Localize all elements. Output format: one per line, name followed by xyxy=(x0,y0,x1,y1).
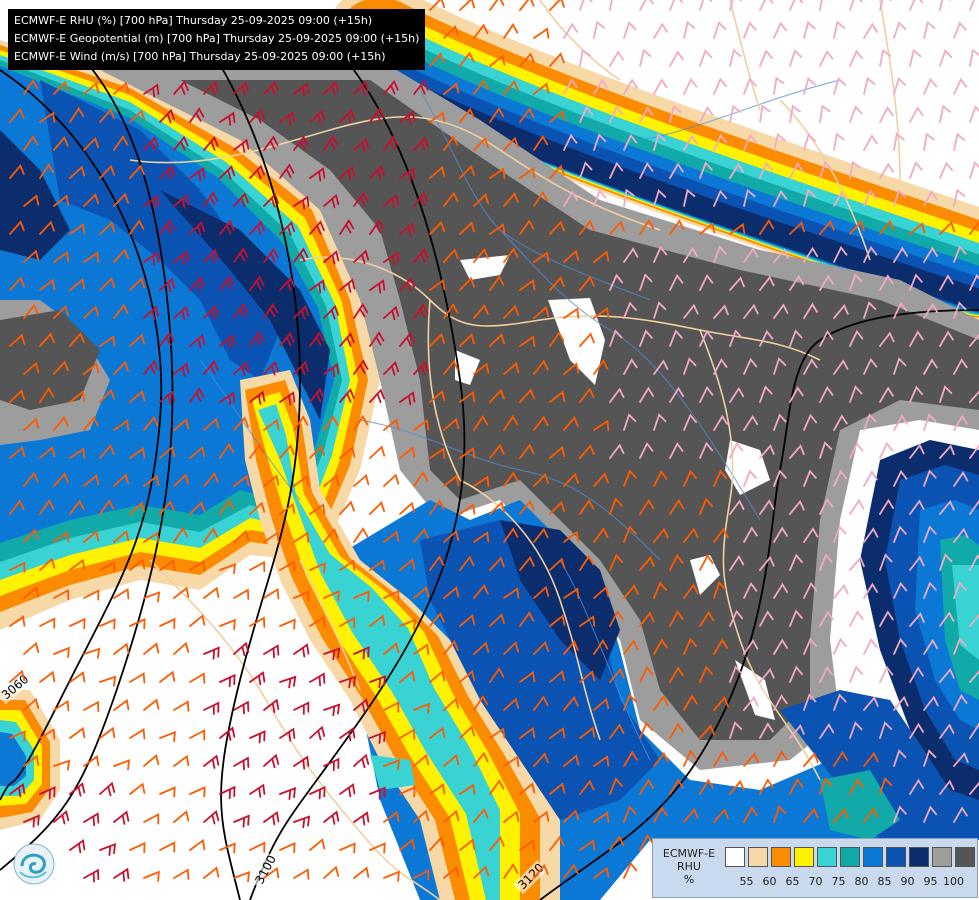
legend-swatch xyxy=(932,847,952,867)
weather-map: 3060 3100 3120 xyxy=(0,0,979,900)
map-stage: 3060 3100 3120 ECMWF-E RHU (%) [700 hPa]… xyxy=(0,0,979,900)
legend-title: ECMWF-E RHU % xyxy=(656,847,722,886)
title-line-wind: ECMWF-E Wind (m/s) [700 hPa] Thursday 25… xyxy=(14,50,386,63)
legend-swatch xyxy=(955,847,975,867)
legend-swatch xyxy=(771,847,791,867)
legend-label: 65 xyxy=(785,875,800,888)
title-line-rhu: ECMWF-E RHU (%) [700 hPa] Thursday 25-09… xyxy=(14,14,373,27)
legend-label: 100 xyxy=(943,875,964,888)
legend-label: 85 xyxy=(877,875,892,888)
legend-swatch xyxy=(725,847,745,867)
legend-swatch xyxy=(817,847,837,867)
legend-label: 90 xyxy=(900,875,915,888)
legend-swatches xyxy=(725,847,978,867)
legend-swatch xyxy=(794,847,814,867)
legend-label: 95 xyxy=(923,875,938,888)
legend-swatch xyxy=(748,847,768,867)
legend-title-unit: % xyxy=(683,873,695,886)
title-line-geopotential: ECMWF-E Geopotential (m) [700 hPa] Thurs… xyxy=(14,32,420,45)
legend-title-variable: RHU xyxy=(677,860,701,873)
legend-label: 70 xyxy=(808,875,823,888)
legend-label: 55 xyxy=(739,875,754,888)
legend-label: 60 xyxy=(762,875,777,888)
legend-swatch xyxy=(840,847,860,867)
title-box: ECMWF-E RHU (%) [700 hPa] Thursday 25-09… xyxy=(8,9,426,70)
legend-swatch xyxy=(909,847,929,867)
legend-box: ECMWF-E RHU % 55 60 65 70 75 80 85 90 95 100 xyxy=(652,838,978,898)
legend-swatch xyxy=(886,847,906,867)
legend-label: 75 xyxy=(831,875,846,888)
legend-swatch xyxy=(863,847,883,867)
legend-label: 80 xyxy=(854,875,869,888)
ecmwf-logo-icon xyxy=(13,843,55,885)
legend-title-model: ECMWF-E xyxy=(662,847,716,860)
